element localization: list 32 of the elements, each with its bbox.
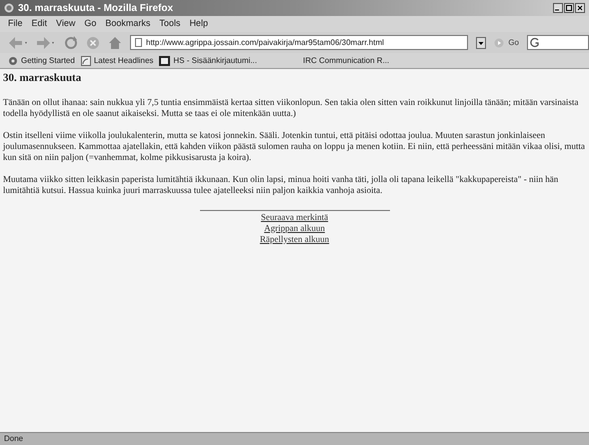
link[interactable]: Räpellysten alkuun bbox=[260, 234, 330, 244]
page-icon bbox=[135, 38, 142, 47]
bookmark-link[interactable]: Getting Started bbox=[21, 54, 75, 66]
link[interactable]: Seuraava merkintä bbox=[260, 212, 328, 222]
status-text: Done bbox=[4, 433, 24, 445]
menu-item[interactable]: Help bbox=[189, 17, 208, 31]
address-field[interactable]: http://www.agrippa.jossain.com/paivakirja/mar95tam06/30marr.html bbox=[130, 35, 468, 50]
menu-item[interactable]: Tools bbox=[159, 17, 180, 31]
close-button[interactable] bbox=[575, 3, 585, 13]
feed-icon bbox=[80, 56, 91, 66]
bookmark-link[interactable]: Latest Headlines bbox=[94, 54, 154, 66]
bookmark-link[interactable]: HS - Sisäänkirjautumi... bbox=[173, 54, 257, 66]
gear-icon bbox=[8, 56, 18, 66]
bookmark-link[interactable]: IRC Communication R... bbox=[303, 54, 390, 66]
page-heading: 30. marraskuuta bbox=[3, 71, 82, 86]
paragraph: Muutama viikko sitten leikkasin paperista lumitähtiä ikkunaan. Kun olin lapsi, minua hoiti vanha täti, jolla oli tapana leikellä "kakkupapereista" - niin hän lumitähtiä kutsui. Hassua kuinka juuri marraskuussa tulee ajatelleeksi niin paljon kaikkia vanhoja asioita. bbox=[3, 174, 560, 196]
minimize-button[interactable] bbox=[553, 3, 563, 13]
paragraph: Ostin itselleni viime viikolla joulukalenterin, mutta se katosi jonnekin. Sääli. Jotenkin tuntui, että pitäisi odottaa joulua. Muuten sarastun jonkinlaiseen joulumasennukseen. Kammottaa ajatellakin, että kahden viikon päästä sulomen rauha on loppu ja menen kotiin. Ei niin, että perheessäni mitään vikaa olisi, mutta kun sitä on niin paljon (=vanhemmat, kolme pikkusisarusta ja koira). bbox=[3, 130, 586, 162]
maximize-button[interactable] bbox=[564, 3, 574, 13]
go-button[interactable]: Go bbox=[508, 36, 519, 48]
square-logo-icon bbox=[159, 56, 170, 66]
window-title: 30. marraskuuta - Mozilla Firefox bbox=[18, 2, 174, 16]
paragraph: Tänään on ollut ihanaa: sain nukkua yli 7,5 tuntia ensimmäistä kertaa sitten viikonlopun. Sen takia olen sitten vain roikkunut linjoilla tänään; mitään varsinaista todella hyödyllistä en ole saanut aikaiseksi. Mutta se taas ei ole mitenkään uutta.) bbox=[3, 96, 580, 118]
link[interactable]: Agrippan alkuun bbox=[264, 222, 325, 234]
menu-item[interactable]: Go bbox=[84, 17, 96, 31]
search-engine-icon[interactable] bbox=[530, 37, 541, 48]
menu-item[interactable]: View bbox=[56, 17, 76, 31]
menu-item[interactable]: Bookmarks bbox=[105, 17, 150, 31]
menu-item[interactable]: File bbox=[8, 17, 23, 31]
menu-item[interactable]: Edit bbox=[32, 17, 48, 31]
firefox-icon bbox=[4, 3, 14, 13]
search-field[interactable] bbox=[527, 35, 589, 50]
